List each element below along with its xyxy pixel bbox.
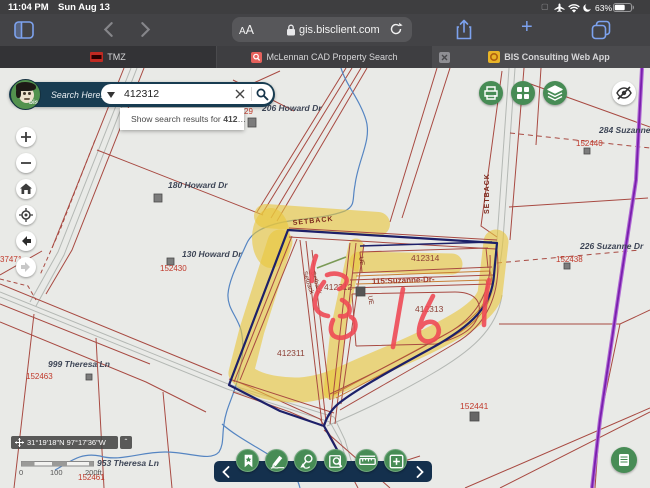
svg-text:152441: 152441 xyxy=(460,401,489,411)
svg-text:152440: 152440 xyxy=(576,139,603,148)
svg-text:226 Suzanne Dr: 226 Suzanne Dr xyxy=(579,241,644,251)
svg-text:152430: 152430 xyxy=(160,264,187,273)
svg-text:284 Suzanne: 284 Suzanne xyxy=(598,125,650,135)
svg-text:180 Howard Dr: 180 Howard Dr xyxy=(168,180,228,190)
svg-text:206 Howard Dr: 206 Howard Dr xyxy=(261,103,322,113)
svg-text:152438: 152438 xyxy=(556,255,583,264)
svg-text:412311: 412311 xyxy=(277,348,305,358)
svg-text:953 Theresa Ln: 953 Theresa Ln xyxy=(97,458,159,468)
svg-text:130 Howard Dr: 130 Howard Dr xyxy=(182,249,242,259)
svg-text:152463: 152463 xyxy=(26,372,53,381)
svg-text:412314: 412314 xyxy=(411,253,440,263)
svg-text:SETBACK: SETBACK xyxy=(484,173,491,214)
svg-text:999 Theresa Ln: 999 Theresa Ln xyxy=(48,359,110,369)
